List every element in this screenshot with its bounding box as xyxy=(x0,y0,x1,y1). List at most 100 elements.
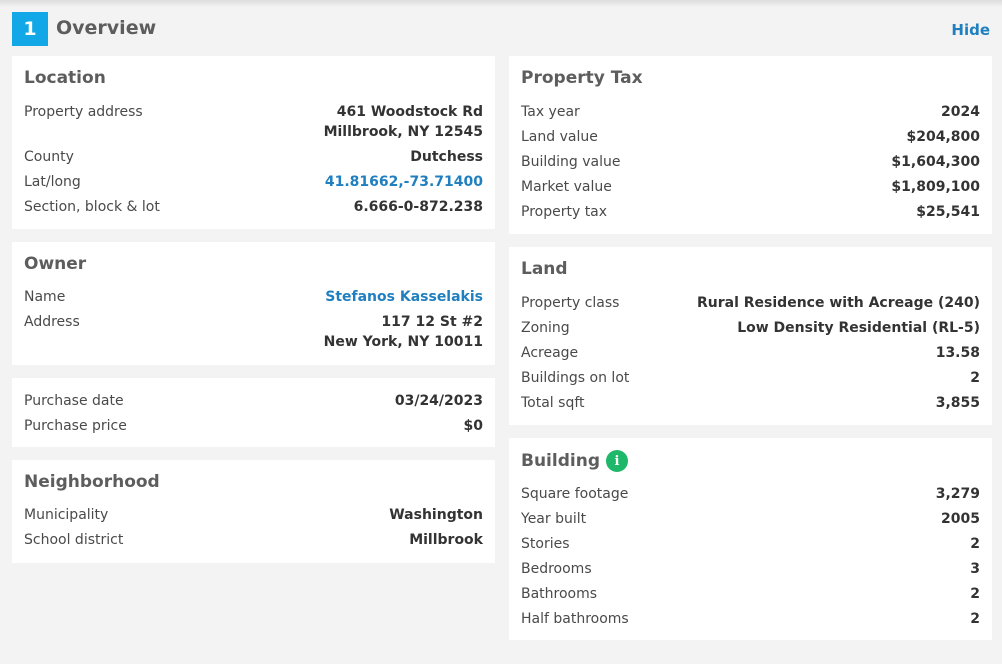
property-class-value: Rural Residence with Acreage (240) xyxy=(697,295,980,311)
total-sqft-row: Total sqft 3,855 xyxy=(521,393,980,413)
county-label: County xyxy=(24,149,74,165)
section-title: Overview xyxy=(56,17,157,39)
purchase-price-value: $0 xyxy=(463,418,483,434)
property-address-line2: Millbrook, NY 12545 xyxy=(323,124,483,140)
neighborhood-card: Neighborhood Municipality Washington Sch… xyxy=(12,460,495,563)
owner-name-link[interactable]: Stefanos Kasselakis xyxy=(325,287,483,307)
location-card: Location Property address 461 Woodstock … xyxy=(12,56,495,229)
property-address-row: Property address 461 Woodstock Rd Millbr… xyxy=(24,102,483,142)
bedrooms-row: Bedrooms 3 xyxy=(521,559,980,579)
square-footage-label: Square footage xyxy=(521,486,629,502)
location-title: Location xyxy=(24,68,106,88)
owner-address-line1: 117 12 St #2 xyxy=(381,314,483,330)
total-sqft-label: Total sqft xyxy=(521,395,585,411)
property-tax-value: $25,541 xyxy=(916,204,980,220)
neighborhood-title: Neighborhood xyxy=(24,472,160,492)
county-row: County Dutchess xyxy=(24,147,483,167)
owner-name-label: Name xyxy=(24,289,66,305)
step-number-badge: 1 xyxy=(12,12,48,46)
land-value-value: $204,800 xyxy=(906,129,980,145)
total-sqft-value: 3,855 xyxy=(935,395,980,411)
tax-year-label: Tax year xyxy=(521,104,580,120)
acreage-label: Acreage xyxy=(521,345,579,361)
county-value: Dutchess xyxy=(410,149,483,165)
building-value-value: $1,604,300 xyxy=(891,154,980,170)
year-built-row: Year built 2005 xyxy=(521,509,980,529)
tax-year-value: 2024 xyxy=(941,104,980,120)
property-tax-label: Property tax xyxy=(521,204,608,220)
owner-card: Owner Name Stefanos Kasselakis Address 1… xyxy=(12,242,495,365)
municipality-label: Municipality xyxy=(24,507,109,523)
latlong-label: Lat/long xyxy=(24,174,81,190)
square-footage-row: Square footage 3,279 xyxy=(521,484,980,504)
buildings-on-lot-row: Buildings on lot 2 xyxy=(521,368,980,388)
property-tax-row: Property tax $25,541 xyxy=(521,202,980,222)
market-value-label: Market value xyxy=(521,179,612,195)
purchase-date-value: 03/24/2023 xyxy=(394,393,483,409)
property-class-row: Property class Rural Residence with Acre… xyxy=(521,293,980,313)
municipality-value: Washington xyxy=(389,507,483,523)
owner-name-row: Name Stefanos Kasselakis xyxy=(24,287,483,307)
bedrooms-value: 3 xyxy=(970,561,980,577)
purchase-date-label: Purchase date xyxy=(24,393,124,409)
half-bathrooms-value: 2 xyxy=(970,611,980,627)
stories-label: Stories xyxy=(521,536,570,552)
owner-address-line2: New York, NY 10011 xyxy=(323,334,483,350)
purchase-price-label: Purchase price xyxy=(24,418,127,434)
zoning-label: Zoning xyxy=(521,320,570,336)
land-title: Land xyxy=(521,259,568,279)
purchase-price-row: Purchase price $0 xyxy=(24,416,483,436)
property-class-label: Property class xyxy=(521,295,620,311)
building-title-wrap: Building i xyxy=(521,450,628,472)
section-header: 1 Overview Hide xyxy=(12,12,990,46)
bathrooms-label: Bathrooms xyxy=(521,586,598,602)
property-address-line1: 461 Woodstock Rd xyxy=(336,104,483,120)
stories-row: Stories 2 xyxy=(521,534,980,554)
section-block-lot-label: Section, block & lot xyxy=(24,199,160,215)
bedrooms-label: Bedrooms xyxy=(521,561,592,577)
hide-link[interactable]: Hide xyxy=(951,21,990,39)
land-value-row: Land value $204,800 xyxy=(521,127,980,147)
school-district-row: School district Millbrook xyxy=(24,530,483,550)
owner-address-label: Address xyxy=(24,314,80,330)
purchase-card: Purchase date 03/24/2023 Purchase price … xyxy=(12,378,495,447)
buildings-on-lot-label: Buildings on lot xyxy=(521,370,630,386)
zoning-value: Low Density Residential (RL-5) xyxy=(737,320,980,336)
purchase-date-row: Purchase date 03/24/2023 xyxy=(24,391,483,411)
year-built-label: Year built xyxy=(521,511,587,527)
school-district-value: Millbrook xyxy=(409,532,483,548)
property-address-label: Property address xyxy=(24,104,143,120)
top-shadow xyxy=(0,0,1002,7)
latlong-link[interactable]: 41.81662,-73.71400 xyxy=(325,172,483,192)
market-value-value: $1,809,100 xyxy=(891,179,980,195)
info-icon[interactable]: i xyxy=(605,450,628,472)
building-title: Building xyxy=(521,451,600,471)
school-district-label: School district xyxy=(24,532,124,548)
year-built-value: 2005 xyxy=(941,511,980,527)
buildings-on-lot-value: 2 xyxy=(970,370,980,386)
bathrooms-row: Bathrooms 2 xyxy=(521,584,980,604)
owner-address-row: Address 117 12 St #2 New York, NY 10011 xyxy=(24,312,483,352)
market-value-row: Market value $1,809,100 xyxy=(521,177,980,197)
bathrooms-value: 2 xyxy=(970,586,980,602)
land-card: Land Property class Rural Residence with… xyxy=(509,247,992,425)
acreage-row: Acreage 13.58 xyxy=(521,343,980,363)
tax-year-row: Tax year 2024 xyxy=(521,102,980,122)
owner-title: Owner xyxy=(24,254,87,274)
latlong-row: Lat/long 41.81662,-73.71400 xyxy=(24,172,483,192)
zoning-row: Zoning Low Density Residential (RL-5) xyxy=(521,318,980,338)
square-footage-value: 3,279 xyxy=(935,486,980,502)
property-tax-title: Property Tax xyxy=(521,68,643,88)
property-tax-card: Property Tax Tax year 2024 Land value $2… xyxy=(509,56,992,234)
building-value-row: Building value $1,604,300 xyxy=(521,152,980,172)
building-card: Building i Square footage 3,279 Year bui… xyxy=(509,438,992,640)
municipality-row: Municipality Washington xyxy=(24,505,483,525)
building-value-label: Building value xyxy=(521,154,621,170)
section-block-lot-value: 6.666-0-872.238 xyxy=(353,199,483,215)
land-value-label: Land value xyxy=(521,129,598,145)
section-block-lot-row: Section, block & lot 6.666-0-872.238 xyxy=(24,197,483,217)
stories-value: 2 xyxy=(970,536,980,552)
property-address-value: 461 Woodstock Rd Millbrook, NY 12545 xyxy=(324,102,483,142)
half-bathrooms-label: Half bathrooms xyxy=(521,611,629,627)
acreage-value: 13.58 xyxy=(935,345,980,361)
